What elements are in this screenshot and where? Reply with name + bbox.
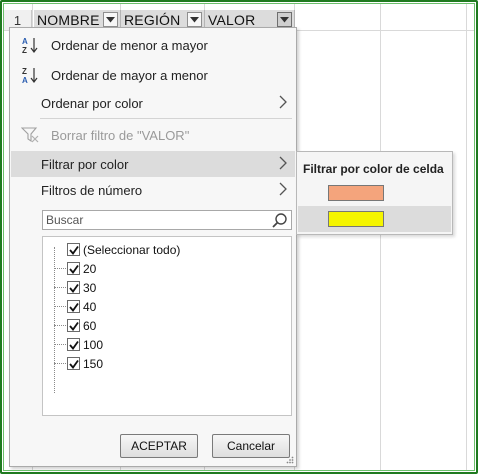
resize-grip-icon[interactable] xyxy=(286,456,294,464)
filter-by-color-item[interactable]: Filtrar por color xyxy=(11,151,295,177)
color-swatch xyxy=(328,211,384,227)
autofilter-menu: A Z Ordenar de menor a mayor Z A Ordenar… xyxy=(9,27,297,467)
tree-line xyxy=(54,325,66,326)
list-item[interactable]: 30 xyxy=(43,278,291,297)
sort-ascending-label: Ordenar de menor a mayor xyxy=(51,37,208,53)
dropdown-arrow-icon[interactable] xyxy=(277,12,292,27)
search-input[interactable] xyxy=(43,211,263,229)
sort-ascending-icon: A Z xyxy=(22,37,38,54)
chevron-right-icon xyxy=(279,156,287,170)
checkbox[interactable] xyxy=(67,357,80,370)
checkbox[interactable] xyxy=(67,300,80,313)
filter-by-color-submenu: Filtrar por color de celda xyxy=(296,151,453,235)
color-option-orange[interactable] xyxy=(298,180,451,206)
svg-text:Z: Z xyxy=(22,67,27,76)
list-item-label: 40 xyxy=(83,300,97,314)
values-list: (Seleccionar todo) 20 30 40 60 100 150 xyxy=(42,236,292,416)
checkbox[interactable] xyxy=(67,281,80,294)
svg-text:Z: Z xyxy=(22,46,27,54)
sort-by-color-label: Ordenar por color xyxy=(41,95,143,111)
sort-by-color-item[interactable]: Ordenar por color xyxy=(11,90,295,116)
submenu-title: Filtrar por color de celda xyxy=(303,162,444,176)
sort-ascending-item[interactable]: A Z Ordenar de menor a mayor xyxy=(11,32,295,58)
list-item[interactable]: 60 xyxy=(43,316,291,335)
header-label: VALOR xyxy=(208,12,256,28)
search-icon xyxy=(272,213,287,228)
clear-filter-icon xyxy=(21,127,39,143)
clear-filter-label: Borrar filtro de "VALOR" xyxy=(51,127,190,143)
sort-descending-icon: Z A xyxy=(22,67,38,84)
color-option-yellow[interactable] xyxy=(298,206,451,232)
list-item[interactable]: (Seleccionar todo) xyxy=(43,240,291,259)
list-item-label: 100 xyxy=(83,338,104,352)
number-filters-item[interactable]: Filtros de número xyxy=(11,177,295,203)
sort-descending-label: Ordenar de mayor a menor xyxy=(51,67,208,83)
svg-text:A: A xyxy=(22,76,28,84)
filter-by-color-label: Filtrar por color xyxy=(41,156,129,172)
tree-line xyxy=(54,287,66,288)
grid-line xyxy=(466,4,467,470)
checkbox[interactable] xyxy=(67,319,80,332)
sort-descending-item[interactable]: Z A Ordenar de mayor a menor xyxy=(11,62,295,88)
checkbox[interactable] xyxy=(67,338,80,351)
grid-line xyxy=(380,4,381,470)
menu-separator xyxy=(40,118,292,119)
clear-filter-item[interactable]: Borrar filtro de "VALOR" xyxy=(11,122,295,148)
list-item[interactable]: 100 xyxy=(43,335,291,354)
list-item-label: 60 xyxy=(83,319,97,333)
list-item-label: 20 xyxy=(83,262,97,276)
checkbox[interactable] xyxy=(67,262,80,275)
cancel-button[interactable]: Cancelar xyxy=(212,434,290,458)
checkbox[interactable] xyxy=(67,243,80,256)
number-filters-label: Filtros de número xyxy=(41,182,143,198)
list-item[interactable]: 40 xyxy=(43,297,291,316)
list-item-label: 150 xyxy=(83,357,104,371)
dropdown-arrow-icon[interactable] xyxy=(187,12,202,27)
accept-button[interactable]: ACEPTAR xyxy=(120,434,198,458)
search-box[interactable] xyxy=(42,210,292,230)
tree-line xyxy=(54,306,66,307)
color-swatch xyxy=(328,185,384,201)
chevron-right-icon xyxy=(279,182,287,196)
header-label: REGIÓN xyxy=(124,12,181,28)
dropdown-arrow-icon[interactable] xyxy=(103,12,118,27)
svg-text:A: A xyxy=(22,37,28,46)
tree-line xyxy=(54,344,66,345)
tree-line xyxy=(54,363,66,364)
header-label: NOMBRE xyxy=(37,12,100,28)
tree-line xyxy=(54,268,66,269)
list-item-label: 30 xyxy=(83,281,97,295)
list-item[interactable]: 20 xyxy=(43,259,291,278)
chevron-right-icon xyxy=(279,95,287,109)
list-item-label: (Seleccionar todo) xyxy=(83,243,181,257)
list-item[interactable]: 150 xyxy=(43,354,291,373)
